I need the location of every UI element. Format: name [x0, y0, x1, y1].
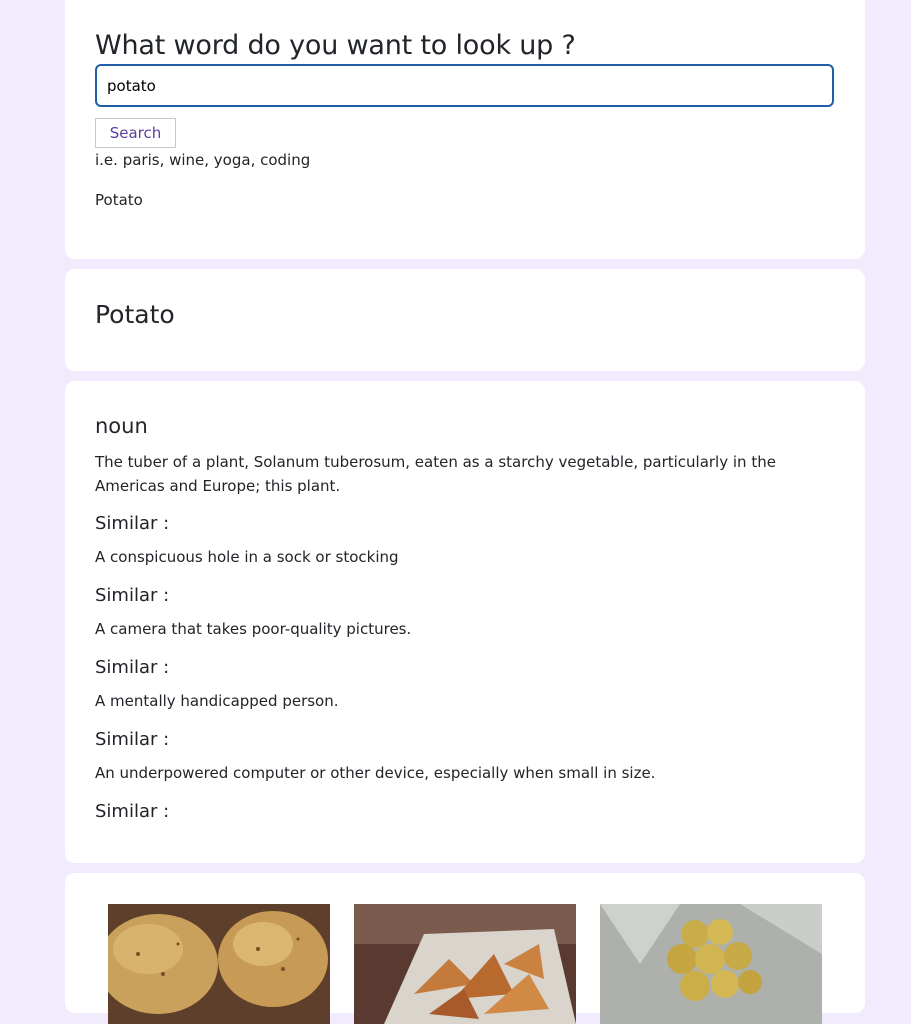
- photo-potato-wedges-image: [354, 904, 576, 1024]
- similar-heading: Similar :: [95, 801, 170, 822]
- photo-yellow-potatoes-image: [600, 904, 822, 1024]
- part-of-speech: noun: [95, 414, 148, 438]
- photo-raw-potatoes[interactable]: [108, 904, 330, 1024]
- search-section: What word do you want to look up ? Searc…: [65, 0, 865, 259]
- word-title: Potato: [95, 300, 175, 329]
- similar-text: A conspicuous hole in a sock or stocking: [95, 548, 399, 566]
- search-hint: i.e. paris, wine, yoga, coding: [95, 151, 311, 169]
- word-title-section: Potato: [65, 269, 865, 371]
- similar-text: An underpowered computer or other device…: [95, 764, 656, 782]
- similar-heading: Similar :: [95, 657, 170, 678]
- similar-heading: Similar :: [95, 729, 170, 750]
- photo-potato-wedges[interactable]: [354, 904, 576, 1024]
- result-word-label: Potato: [95, 191, 143, 209]
- search-heading: What word do you want to look up ?: [95, 30, 576, 61]
- similar-text: A mentally handicapped person.: [95, 692, 339, 710]
- photos-section: [65, 873, 865, 1024]
- similar-heading: Similar :: [95, 585, 170, 606]
- photo-yellow-potatoes[interactable]: [600, 904, 822, 1024]
- meaning-section: noun The tuber of a plant, Solanum tuber…: [65, 381, 865, 863]
- definition: The tuber of a plant, Solanum tuberosum,…: [95, 453, 776, 495]
- similar-heading: Similar :: [95, 513, 170, 534]
- search-input[interactable]: [95, 64, 834, 107]
- search-button[interactable]: Search: [95, 118, 176, 148]
- similar-text: A camera that takes poor-quality picture…: [95, 620, 412, 638]
- photo-raw-potatoes-image: [108, 904, 330, 1024]
